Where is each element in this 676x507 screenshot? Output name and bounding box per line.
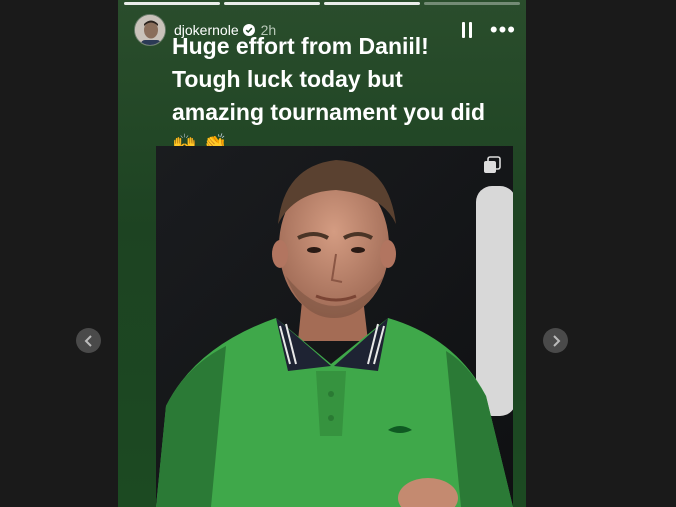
next-story-button[interactable] bbox=[543, 328, 568, 353]
caption-line: Tough luck today but bbox=[172, 66, 403, 92]
caption-line: amazing tournament you did bbox=[172, 99, 486, 125]
caption-line: Huge effort from Daniil! bbox=[172, 33, 429, 59]
carousel-icon bbox=[484, 156, 501, 173]
shared-post-photo[interactable] bbox=[156, 146, 513, 507]
chevron-right-icon bbox=[552, 334, 560, 347]
avatar[interactable] bbox=[134, 14, 166, 46]
story-viewer[interactable]: djokernole 2h ••• Huge effort from Danii… bbox=[118, 0, 526, 507]
story-caption: Huge effort from Daniil! Tough luck toda… bbox=[172, 30, 522, 129]
story-progress-bar bbox=[124, 2, 520, 5]
previous-story-button[interactable] bbox=[76, 328, 101, 353]
chevron-left-icon bbox=[84, 334, 92, 347]
